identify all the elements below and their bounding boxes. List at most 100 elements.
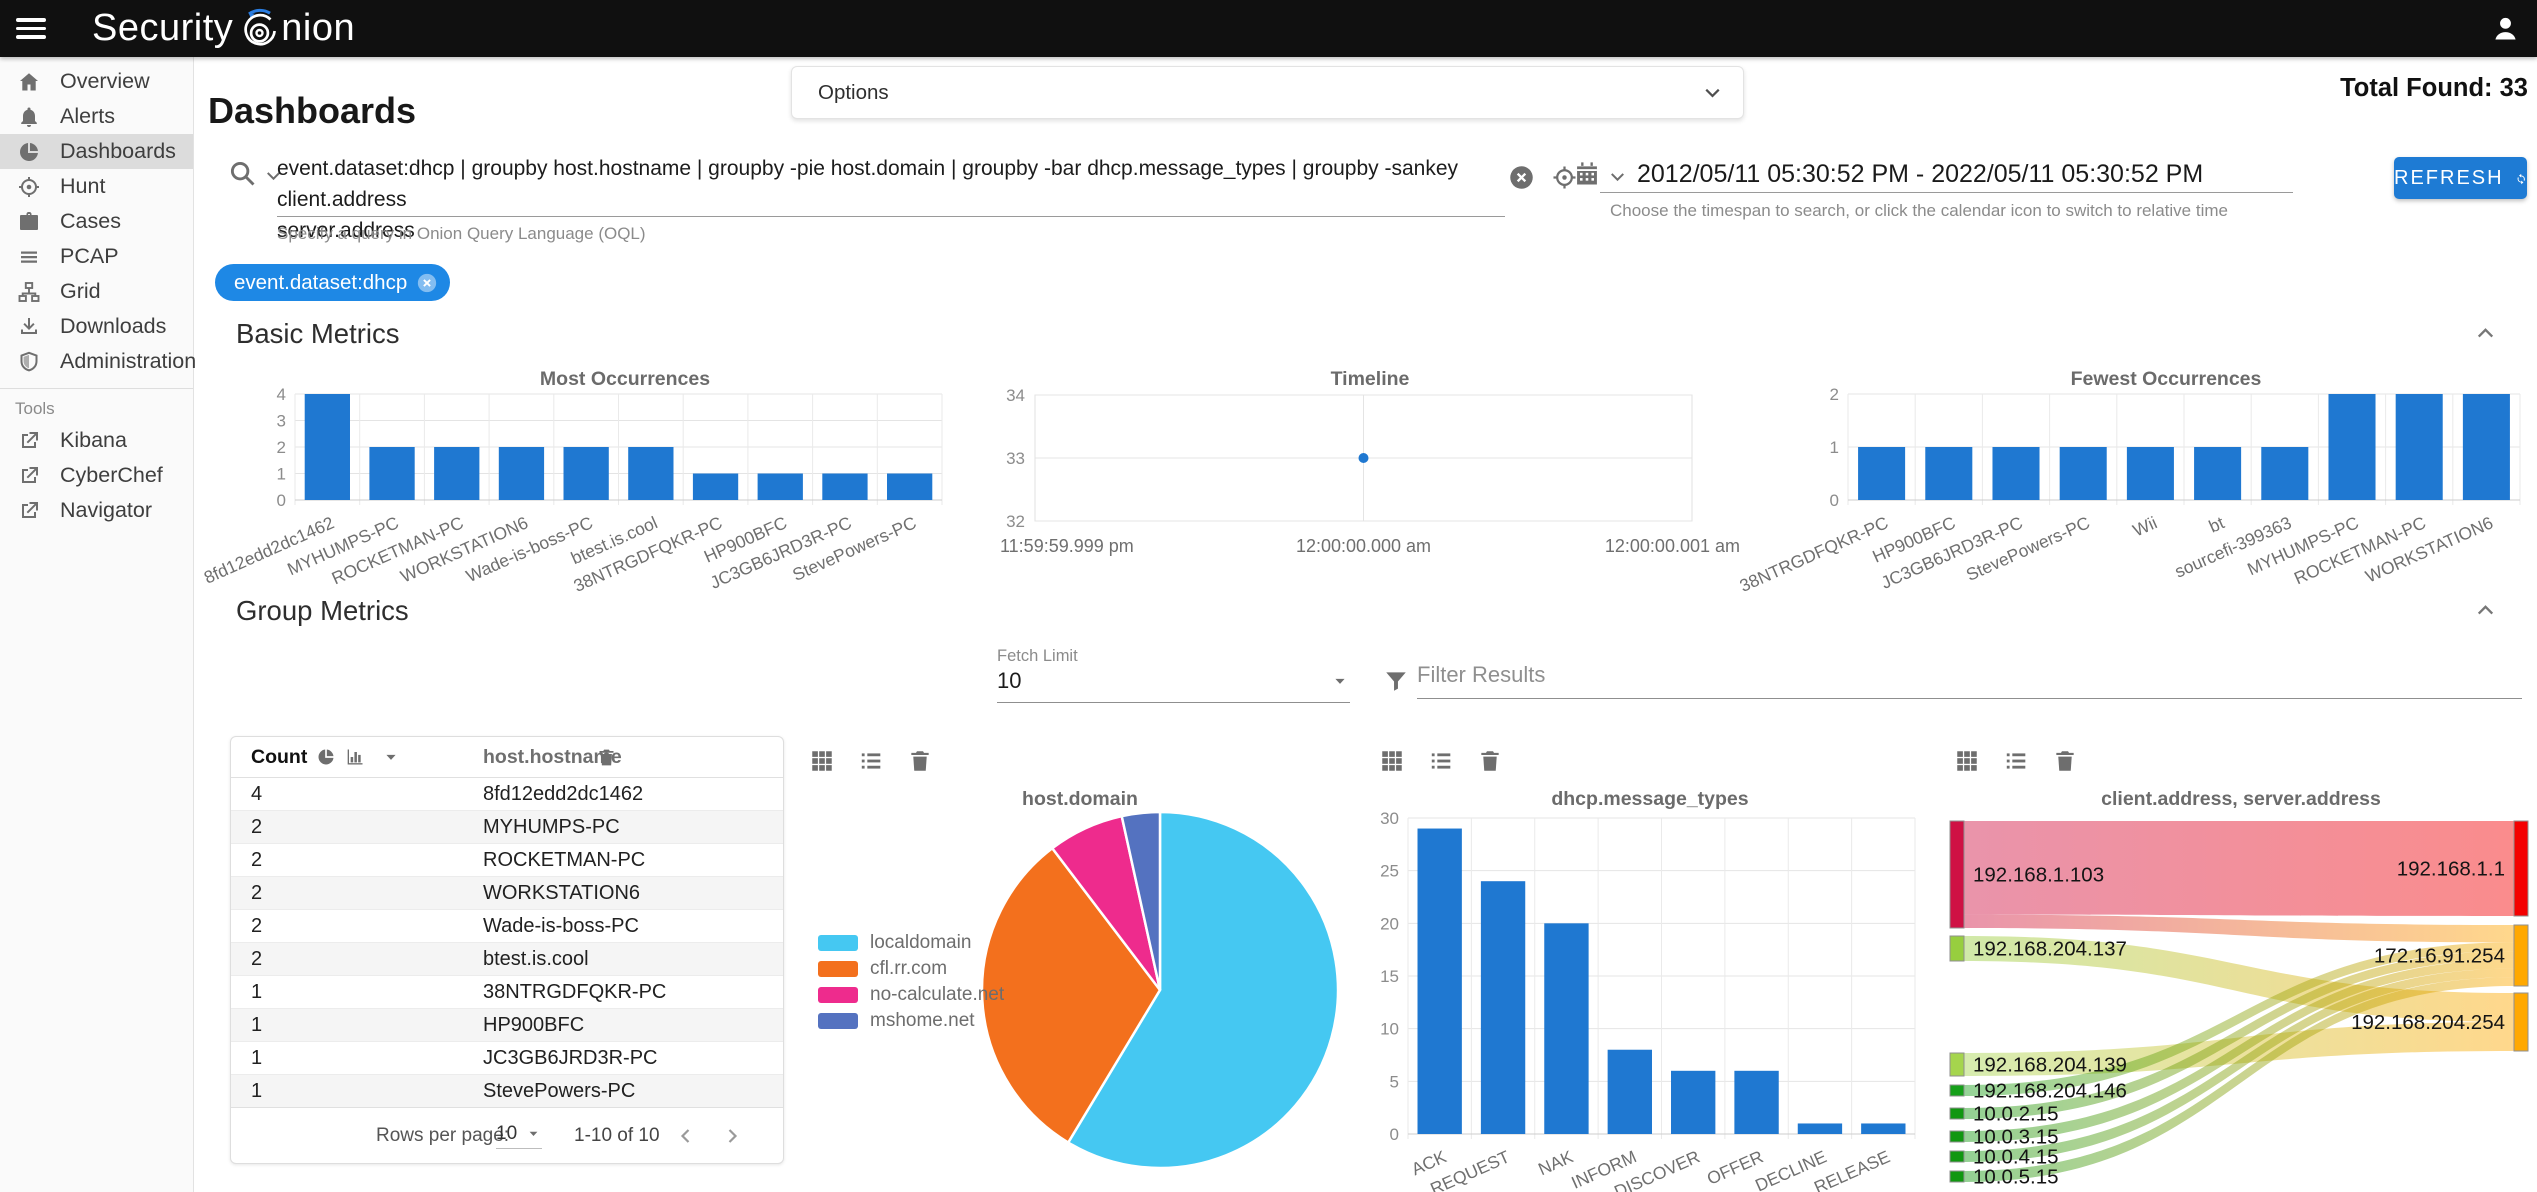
table-row[interactable]: 2 WORKSTATION6 (231, 876, 783, 909)
sankey-node-192-168-1-1[interactable] (2513, 820, 2529, 917)
fetch-limit-select[interactable]: 10 (997, 668, 1350, 703)
sankey-node-10-0-2-15[interactable] (1949, 1107, 1965, 1120)
time-range-chevron-icon[interactable] (1606, 165, 1629, 188)
bar-discover[interactable] (1671, 1070, 1716, 1134)
x-axis-label[interactable]: bt (2206, 512, 2228, 536)
bar-myhumps-pc[interactable] (2328, 394, 2376, 500)
bar-hp900bfc[interactable] (757, 473, 803, 501)
bar-jc3gb6jrd3r-pc[interactable] (822, 473, 868, 501)
sidebar-item-overview[interactable]: Overview (0, 64, 193, 99)
bar-workstation6[interactable] (2462, 394, 2510, 500)
remove-filter-icon[interactable] (416, 272, 438, 294)
bar-inform[interactable] (1607, 1049, 1652, 1134)
refresh-button[interactable]: REFRESH (2394, 157, 2527, 199)
sidebar-item-cases[interactable]: Cases (0, 204, 193, 239)
collapse-basic-metrics-button[interactable] (2472, 320, 2499, 347)
list-view-icon[interactable] (1428, 748, 1454, 774)
bar-rocketman-pc[interactable] (2395, 394, 2443, 500)
sankey-node-192-168-204-137[interactable] (1949, 935, 1965, 962)
table-row[interactable]: 2 ROCKETMAN-PC (231, 843, 783, 876)
count-column-header[interactable]: Count (251, 746, 307, 769)
time-range-input[interactable]: 2012/05/11 05:30:52 PM - 2022/05/11 05:3… (1637, 160, 2203, 189)
bar-stevepowers-pc[interactable] (2059, 447, 2107, 500)
filter-chip[interactable]: event.dataset:dhcp (215, 264, 451, 301)
sidebar-item-downloads[interactable]: Downloads (0, 309, 193, 344)
sidebar-item-dashboards[interactable]: Dashboards (0, 134, 193, 169)
table-row[interactable]: 2 btest.is.cool (231, 942, 783, 975)
table-row[interactable]: 1 HP900BFC (231, 1008, 783, 1041)
rows-per-page-select[interactable]: 10 (496, 1123, 543, 1149)
table-view-icon[interactable] (1379, 748, 1405, 774)
sankey-node-10-0-5-15[interactable] (1949, 1170, 1965, 1183)
sidebar-item-administration[interactable]: Administration (0, 344, 196, 379)
bar-nak[interactable] (1544, 923, 1589, 1134)
delete-column-icon[interactable] (596, 747, 617, 768)
sankey-node-192-168-204-139[interactable] (1949, 1052, 1965, 1077)
next-page-icon[interactable] (720, 1124, 744, 1148)
legend-item-localdomain[interactable]: localdomain (818, 930, 1004, 956)
bar-stevepowers-pc[interactable] (887, 473, 933, 501)
collapse-group-metrics-button[interactable] (2472, 597, 2499, 624)
sankey-node-192-168-204-146[interactable] (1949, 1084, 1965, 1097)
sidebar-item-kibana[interactable]: Kibana (0, 423, 193, 458)
table-view-icon[interactable] (1954, 748, 1980, 774)
sankey-node-192-168-204-254[interactable] (2513, 992, 2529, 1052)
legend-item-mshome-net[interactable]: mshome.net (818, 1008, 1004, 1034)
bar-workstation6[interactable] (498, 447, 545, 500)
bar-38ntrgdfqkr-pc[interactable] (692, 473, 739, 501)
table-row[interactable]: 4 8fd12edd2dc1462 (231, 778, 783, 810)
bar-wii[interactable] (2126, 447, 2174, 500)
table-row[interactable]: 1 JC3GB6JRD3R-PC (231, 1041, 783, 1074)
table-row[interactable]: 2 Wade-is-boss-PC (231, 909, 783, 942)
legend-item-cfl-rr-com[interactable]: cfl.rr.com (818, 956, 1004, 982)
calendar-icon[interactable] (1573, 160, 1601, 188)
bar-38ntrgdfqkr-pc[interactable] (1858, 447, 1906, 500)
timeline-point[interactable] (1358, 453, 1369, 463)
sidebar-item-grid[interactable]: Grid (0, 274, 193, 309)
bar-bt[interactable] (2194, 447, 2242, 500)
bar-btest-is-cool[interactable] (628, 447, 674, 500)
bar-wade-is-boss-pc[interactable] (563, 447, 609, 500)
table-row[interactable]: 2 MYHUMPS-PC (231, 810, 783, 843)
pie-chart-icon[interactable] (316, 747, 336, 767)
table-view-icon[interactable] (809, 748, 835, 774)
list-view-icon[interactable] (2003, 748, 2029, 774)
sankey-node-172-16-91-254[interactable] (2513, 924, 2529, 987)
table-row[interactable]: 1 StevePowers-PC (231, 1074, 783, 1107)
bar-ack[interactable] (1417, 828, 1462, 1134)
bar-8fd12edd2dc1462[interactable] (304, 394, 350, 500)
bar-rocketman-pc[interactable] (434, 447, 480, 500)
user-icon[interactable] (2490, 13, 2521, 44)
sankey-node-10-0-4-15[interactable] (1949, 1150, 1965, 1163)
bar-release[interactable] (1861, 1123, 1906, 1134)
options-dropdown[interactable]: Options (791, 66, 1744, 119)
sort-menu-icon[interactable] (381, 747, 401, 767)
trash-icon[interactable] (907, 748, 933, 774)
trash-icon[interactable] (1477, 748, 1503, 774)
sidebar-item-pcap[interactable]: PCAP (0, 239, 193, 274)
list-view-icon[interactable] (858, 748, 884, 774)
filter-results-input[interactable] (1417, 662, 2522, 699)
sidebar-item-navigator[interactable]: Navigator (0, 493, 193, 528)
bar-jc3gb6jrd3r-pc[interactable] (1992, 447, 2040, 500)
bar-myhumps-pc[interactable] (369, 447, 415, 500)
x-axis-label[interactable]: Wii (2130, 512, 2160, 540)
x-axis-label[interactable]: 38NTRGDFQKR-PC (1737, 512, 1892, 596)
legend-item-no-calculate-net[interactable]: no-calculate.net (818, 982, 1004, 1008)
bar-sourcefi-399363[interactable] (2261, 447, 2309, 500)
clear-query-icon[interactable] (1508, 164, 1535, 191)
sidebar-item-alerts[interactable]: Alerts (0, 99, 193, 134)
menu-icon[interactable] (16, 18, 46, 39)
sankey-node-10-0-3-15[interactable] (1949, 1130, 1965, 1143)
sidebar-item-cyberchef[interactable]: CyberChef (0, 458, 193, 493)
sankey-node-192-168-1-103[interactable] (1949, 820, 1965, 929)
sidebar-item-hunt[interactable]: Hunt (0, 169, 193, 204)
previous-page-icon[interactable] (674, 1124, 698, 1148)
bar-decline[interactable] (1797, 1123, 1843, 1134)
bar-request[interactable] (1480, 881, 1526, 1134)
bar-chart-icon[interactable] (345, 747, 365, 767)
search-icon[interactable] (227, 158, 257, 188)
trash-icon[interactable] (2052, 748, 2078, 774)
bar-hp900bfc[interactable] (1925, 447, 1973, 500)
table-row[interactable]: 1 38NTRGDFQKR-PC (231, 975, 783, 1008)
